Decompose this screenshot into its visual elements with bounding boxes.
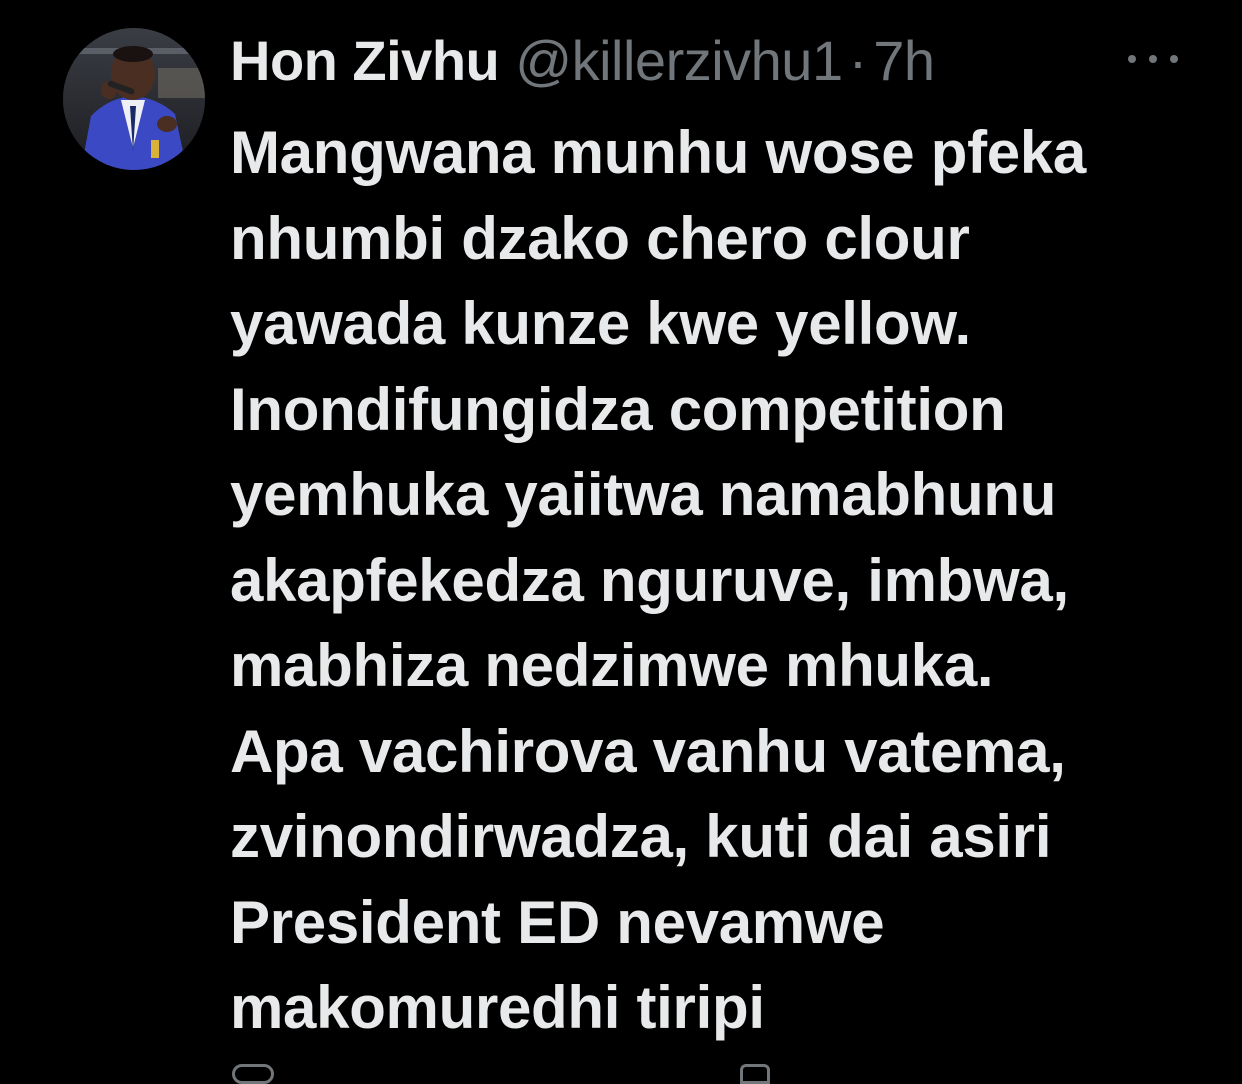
tweet-text-line: Mangwana munhu wose pfeka (230, 119, 1086, 186)
more-dot (1128, 55, 1136, 63)
display-name[interactable]: Hon Zivhu (230, 26, 500, 96)
ellipsis-horizontal-icon[interactable] (1128, 44, 1178, 74)
tweet-header: Hon Zivhu @killerzivhu1 · 7h (230, 26, 935, 96)
separator-dot: · (848, 29, 868, 92)
tweet-text-line: zvinondirwadza, kuti dai asiri (230, 803, 1052, 870)
tweet-text-line: Inondifungidza competition (230, 375, 1006, 443)
avatar-image (63, 28, 205, 170)
tweet-text-line: yemhuka yaiitwa namabhunu (230, 461, 1057, 528)
like-icon[interactable] (740, 1064, 770, 1084)
reply-icon[interactable] (232, 1064, 274, 1084)
timestamp[interactable]: 7h (873, 26, 935, 96)
tweet-text-line: nhumbi dzako chero clour (230, 204, 970, 272)
avatar[interactable] (63, 28, 205, 170)
more-dot (1149, 55, 1157, 63)
tweet-text-line: President ED nevamwe (230, 888, 885, 956)
tweet-text-line: akapfekedza nguruve, imbwa, (230, 546, 1069, 614)
tweet-text-line: mabhiza nedzimwe mhuka. (230, 632, 994, 699)
tweet-text-line: yawada kunze kwe yellow. (230, 290, 971, 357)
tweet-text: Mangwana munhu wose pfeka nhumbi dzako c… (230, 110, 1230, 1051)
more-dot (1170, 55, 1178, 63)
tweet-text-line: Apa vachirova vanhu vatema, (230, 717, 1066, 785)
tweet-text-line: makomuredhi tiripi (230, 974, 765, 1041)
user-handle[interactable]: @killerzivhu1 (515, 26, 843, 96)
tweet[interactable]: Hon Zivhu @killerzivhu1 · 7h Mangwana mu… (0, 0, 1242, 1084)
